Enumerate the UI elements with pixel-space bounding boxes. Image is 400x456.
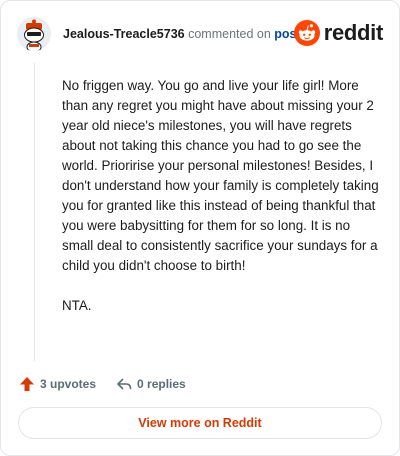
user-avatar[interactable] (17, 17, 51, 51)
comment-body: No friggen way. You go and live your lif… (62, 76, 380, 336)
reply-arrow-icon (117, 378, 132, 390)
comment-header: Jealous-Treacle5736 commented on post re… (17, 17, 383, 51)
reply-button[interactable]: 0 replies (116, 376, 186, 392)
reddit-snoo-icon (293, 20, 320, 46)
comment-byline: Jealous-Treacle5736 commented on post (63, 27, 301, 41)
comment-actions: 3 upvotes 0 replies (19, 373, 206, 395)
username-link[interactable]: Jealous-Treacle5736 (63, 27, 185, 41)
comment-paragraph: NTA. (62, 298, 92, 313)
thread-line (34, 63, 35, 361)
reddit-logo[interactable]: reddit (293, 20, 384, 46)
upvote-count: 3 upvotes (40, 377, 97, 391)
upvote-button[interactable]: 3 upvotes (19, 376, 96, 392)
comment-paragraph: No friggen way. You go and live your lif… (62, 78, 379, 273)
view-more-button[interactable]: View more on Reddit (18, 407, 382, 439)
action-text: commented on (188, 27, 271, 41)
upvote-arrow-icon (20, 377, 34, 391)
snoo-avatar-icon (17, 17, 51, 51)
reply-count: 0 replies (137, 377, 186, 391)
comment-card: Jealous-Treacle5736 commented on post re… (0, 0, 400, 456)
reddit-wordmark: reddit (323, 20, 384, 45)
